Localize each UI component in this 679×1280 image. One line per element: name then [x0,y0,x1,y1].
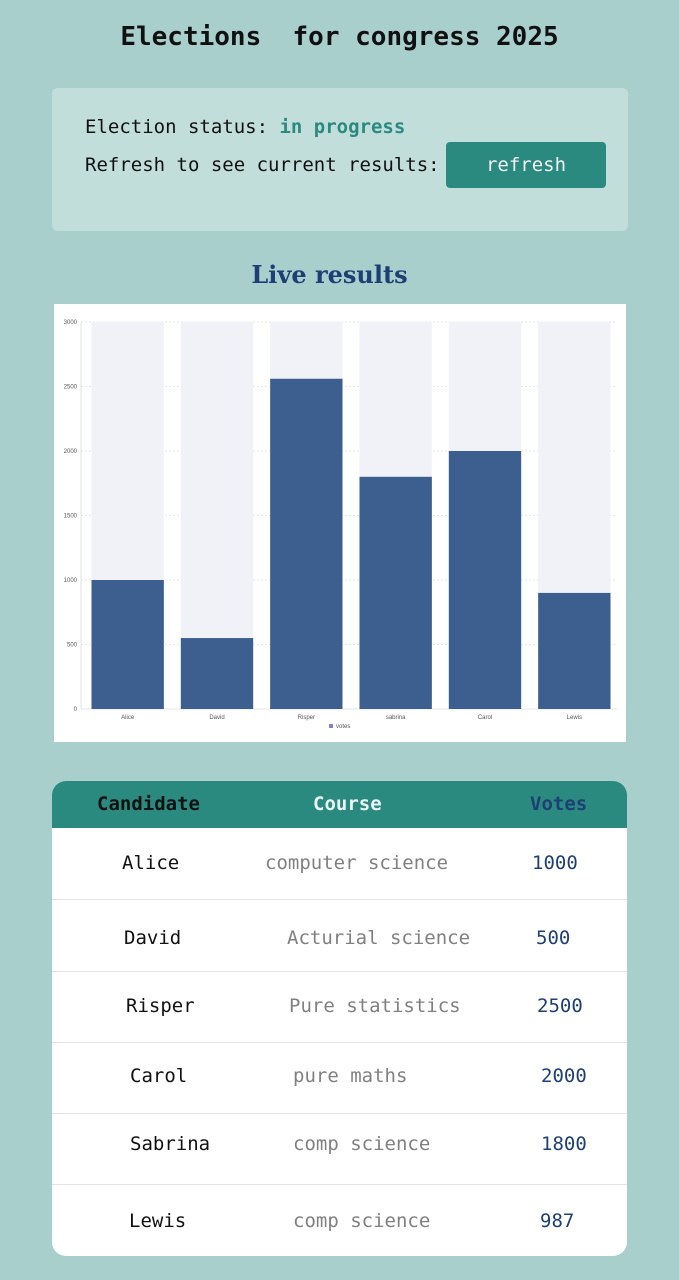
candidate-course: pure maths [293,1065,408,1087]
y-tick-label: 0 [74,707,78,713]
y-tick-label: 3000 [64,320,78,326]
y-tick-label: 1000 [64,578,78,584]
candidate-course: comp science [293,1210,431,1232]
legend-label: votes [336,724,350,730]
header-course: Course [313,793,382,815]
y-tick-label: 2000 [64,449,78,455]
table-row: Alice computer science 1000 [52,828,627,900]
x-tick-label: Lewis [567,715,582,721]
bar [448,451,522,709]
table-row: Sabrina comp science 1800 [52,1114,627,1184]
x-tick-label: Carol [478,715,492,721]
refresh-prompt: Refresh to see current results: [85,154,440,176]
table-row: Carol pure maths 2000 [52,1043,627,1113]
candidate-votes: 987 [540,1210,575,1232]
page-title: Elections for congress 2025 [120,22,559,52]
candidate-votes: 2000 [541,1065,587,1087]
candidate-votes: 2500 [537,995,583,1017]
bar [180,638,254,709]
candidate-name: Carol [130,1065,188,1087]
table-row: David Acturial science 500 [52,900,627,971]
bar [538,592,611,709]
candidate-name: Risper [126,995,195,1017]
x-tick-label: Risper [298,715,315,721]
status-card: Election status: in progress Refresh to … [52,88,628,231]
election-status: Election status: in progress [85,116,405,138]
x-tick-label: sabrina [386,715,406,721]
bar [91,580,164,709]
y-tick-label: 500 [67,643,78,649]
refresh-button[interactable]: refresh [446,142,606,188]
candidate-name: David [124,927,182,949]
legend-swatch [329,724,333,728]
header-votes: Votes [530,793,588,815]
results-table: Candidate Course Votes Alice computer sc… [52,781,627,1256]
y-tick-label: 1500 [64,514,78,520]
bar [359,476,432,709]
y-tick-label: 2500 [64,385,78,391]
candidate-course: comp science [293,1133,431,1155]
table-row: Lewis comp science 987 [52,1185,627,1256]
candidate-name: Alice [122,852,180,874]
candidate-votes: 1800 [541,1133,587,1155]
candidate-votes: 500 [536,927,571,949]
bar [270,378,343,709]
bar-chart-svg: 0 500 1000 1500 2000 2500 3000 Alice David Risper… [64,320,617,730]
election-status-label: Election status: [85,116,280,138]
chart-title: Live results [251,260,408,289]
table-row: Risper Pure statistics 2500 [52,972,627,1042]
candidate-name: Lewis [129,1210,187,1232]
header-candidate: Candidate [97,793,200,815]
candidate-votes: 1000 [532,852,578,874]
candidate-course: computer science [265,852,449,874]
x-tick-label: Alice [121,715,135,721]
results-chart: 0 500 1000 1500 2000 2500 3000 Alice David Risper… [54,304,626,742]
table-header: Candidate Course Votes [52,781,627,828]
election-status-value: in progress [279,116,406,138]
candidate-name: Sabrina [130,1133,211,1155]
candidate-course: Pure statistics [289,995,461,1017]
x-tick-label: David [209,715,224,721]
candidate-course: Acturial science [287,927,471,949]
